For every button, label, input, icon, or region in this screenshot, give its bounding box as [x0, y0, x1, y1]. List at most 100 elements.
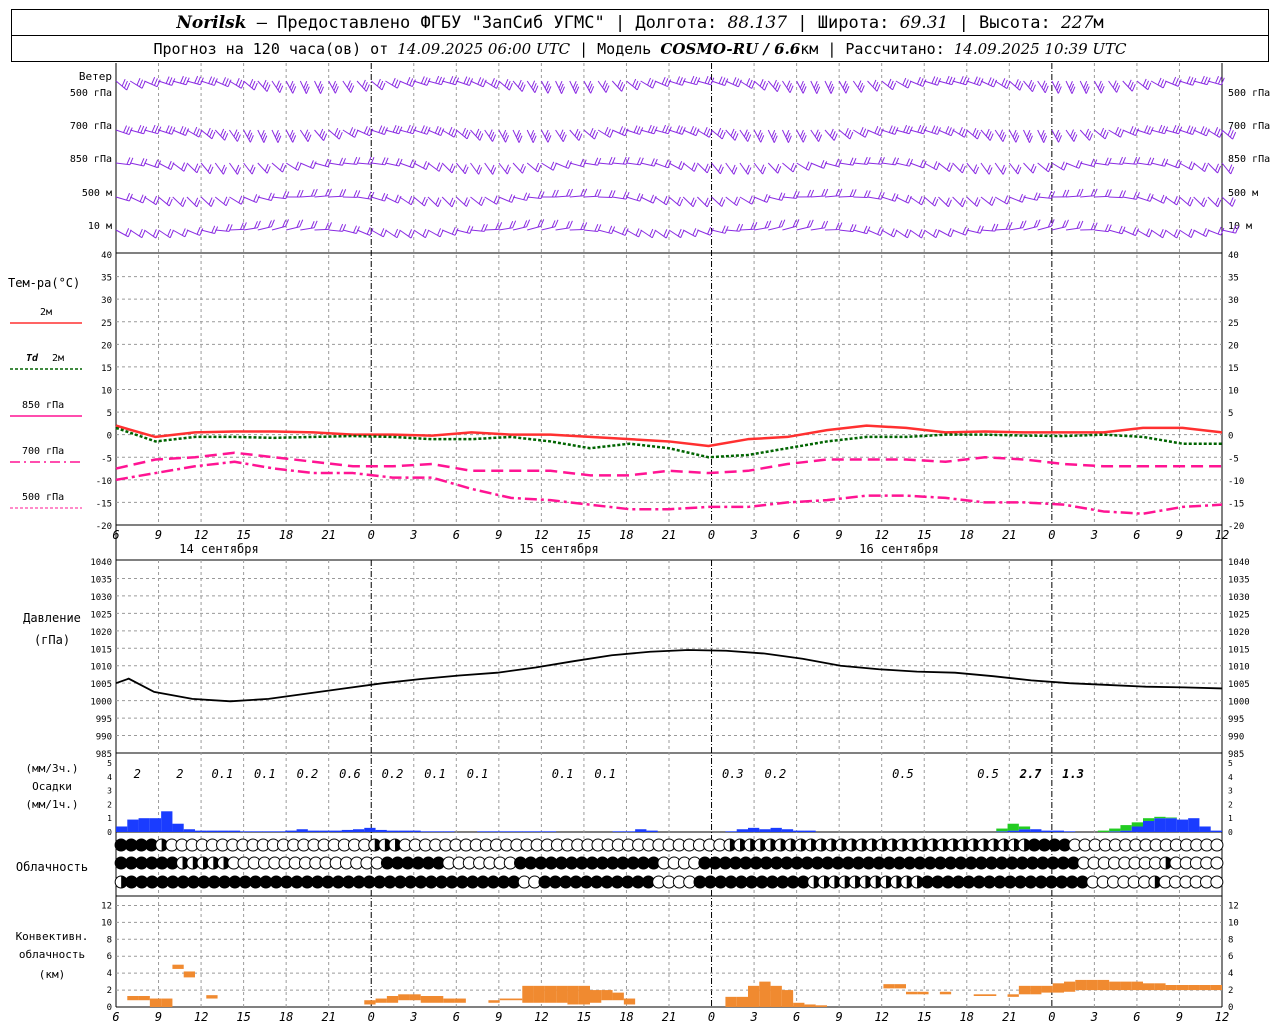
x-tick-label-bottom: 9 — [495, 1010, 502, 1024]
precip-bar — [736, 829, 748, 832]
wind-barb — [1122, 79, 1136, 92]
wind-barb — [370, 78, 386, 91]
conv-bar — [161, 998, 173, 1007]
wind-barb — [753, 194, 771, 203]
wind-barb — [1150, 77, 1167, 89]
wind-barb — [881, 193, 899, 202]
wind-barb — [200, 127, 216, 140]
wind-barb — [286, 189, 304, 198]
pressure-tick-label: 995 — [1228, 715, 1244, 725]
conv-bar — [454, 998, 466, 1003]
x-tick-label-bottom: 21 — [321, 1010, 335, 1024]
conv-tick-label: 8 — [107, 935, 112, 945]
conv-unit: (км) — [39, 968, 66, 981]
wind-barb — [881, 228, 898, 238]
wind-barb — [300, 220, 318, 231]
wind-barb — [540, 80, 552, 94]
wind-barb — [342, 190, 361, 198]
precip-bar — [477, 831, 489, 832]
conv-tick-label: 12 — [1228, 901, 1239, 911]
x-tick-label: 6 — [453, 528, 460, 542]
x-tick-label: 15 — [917, 528, 931, 542]
wind-barb — [895, 228, 911, 239]
x-tick-label-bottom: 18 — [279, 1010, 293, 1024]
day-label: 15 сентября — [519, 542, 598, 556]
conv-bar — [736, 996, 748, 1007]
legend-2m-label: 2м — [40, 307, 52, 318]
wind-barb — [711, 127, 726, 140]
wind-barb — [895, 77, 912, 89]
wind-barb — [867, 227, 884, 236]
precip-bar — [409, 830, 421, 832]
x-tick-label: 0 — [368, 528, 375, 542]
wind-barb — [895, 158, 913, 167]
conv-bar — [533, 985, 545, 1003]
temp-tick-label: -5 — [1228, 454, 1239, 464]
pressure-tick-label: 990 — [96, 733, 112, 743]
precip-bar — [1030, 829, 1042, 832]
pressure-tick-label: 995 — [96, 715, 112, 725]
conv-bar — [1007, 994, 1019, 997]
wind-barb — [541, 219, 559, 231]
x-tick-label: 9 — [836, 528, 843, 542]
temp-tick-label: 30 — [101, 296, 112, 306]
wind-barb — [144, 229, 160, 239]
temp-tick-label: 5 — [1228, 409, 1233, 419]
wind-barb — [526, 129, 537, 143]
precip-conv-bar — [1131, 822, 1143, 827]
wind-barb — [1136, 193, 1154, 202]
wind-barb — [385, 77, 401, 89]
conv-bar — [206, 995, 218, 999]
precip-bar — [353, 829, 365, 832]
precip-bar — [1210, 830, 1222, 832]
wind-barb — [1065, 129, 1078, 142]
legend-td-label2: 2м — [52, 353, 64, 364]
wind-barb — [498, 194, 516, 203]
precip-bar — [319, 830, 331, 832]
wind-barb — [257, 162, 271, 174]
x-tick-label-bottom: 9 — [836, 1010, 843, 1024]
temp-tick-label: -20 — [96, 522, 112, 532]
cloud-title: Облачность — [16, 860, 88, 874]
wind-barb — [427, 196, 442, 208]
wind-barb — [342, 80, 355, 93]
precip-bar — [274, 831, 286, 832]
wind-barb — [129, 228, 146, 239]
wind-barb — [1108, 126, 1125, 138]
temp-tick-label: 25 — [101, 319, 112, 329]
wind-barb — [498, 129, 510, 143]
precip-3h-total: 0.1 — [552, 767, 574, 781]
wind-barb — [810, 129, 823, 142]
wind-barb — [441, 226, 459, 236]
x-tick-label-bottom: 21 — [662, 1010, 676, 1024]
wind-barb — [243, 129, 254, 143]
temp-tick-label: -15 — [1228, 499, 1244, 509]
wind-barb — [328, 128, 343, 140]
wind-barb — [158, 76, 176, 86]
wind-barb — [1150, 124, 1169, 135]
x-tick-label: 12 — [194, 528, 208, 542]
conv-bar — [1154, 983, 1166, 991]
wind-barb — [1150, 194, 1168, 204]
temp-tick-label: -15 — [96, 499, 112, 509]
wind-barb — [895, 194, 912, 204]
precip-3h-total: 0.5 — [977, 767, 999, 781]
conv-bar — [1041, 985, 1053, 993]
wind-barb — [768, 192, 786, 201]
precip-bar — [217, 830, 229, 832]
wind-barb — [172, 162, 188, 172]
wind-barb — [1051, 129, 1062, 143]
wind-barb — [739, 195, 756, 205]
precip-bar — [996, 831, 1008, 832]
precip-bar — [341, 829, 353, 832]
wind-barb — [583, 127, 599, 140]
pressure-tick-label: 1030 — [1228, 593, 1250, 603]
conv-bar — [398, 994, 410, 1001]
x-tick-label-bottom: 18 — [619, 1010, 633, 1024]
temp-tick-label: 5 — [107, 409, 112, 419]
wind-barb — [612, 227, 629, 236]
conv-bar — [488, 1000, 500, 1003]
precip-bar — [533, 831, 545, 832]
wind-barb — [130, 124, 148, 135]
wind-barb — [271, 191, 290, 200]
